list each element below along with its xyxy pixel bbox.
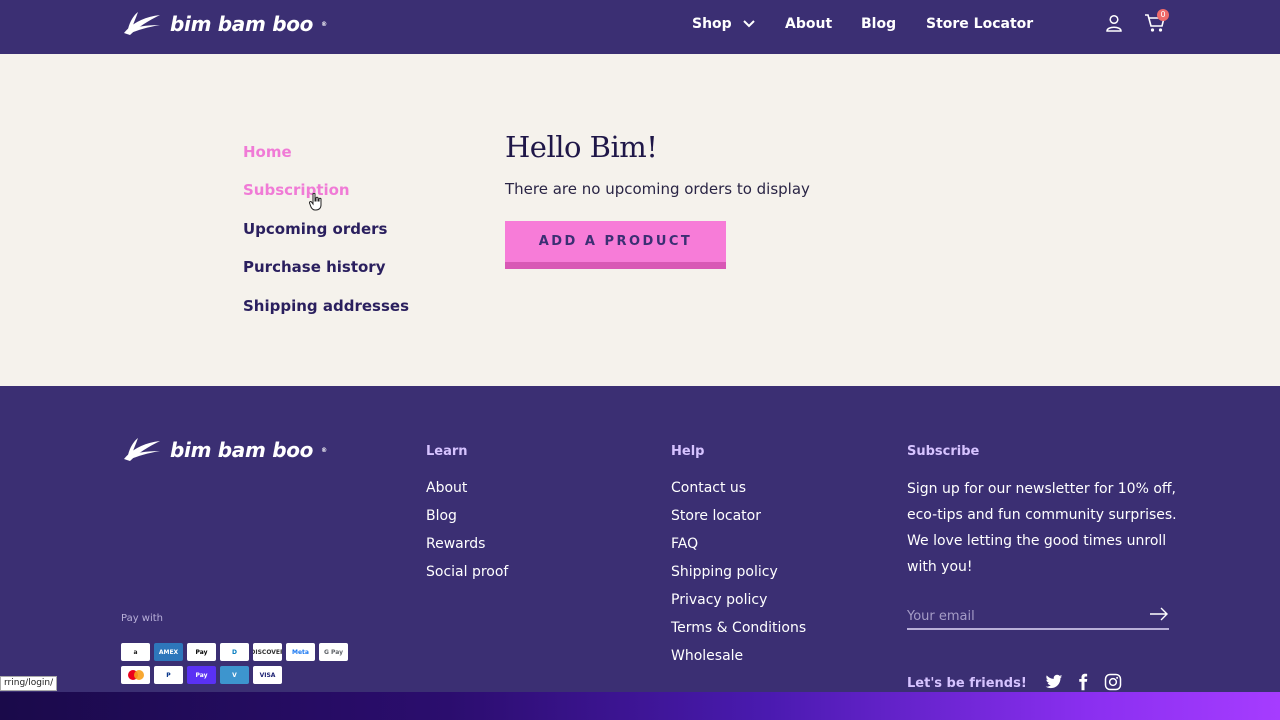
brand-logo[interactable]: bim bam boo ® xyxy=(122,11,327,37)
site-header: bim bam boo ® Shop About Blog Store Locat… xyxy=(0,0,1280,54)
site-footer: bim bam boo ® Learn About Blog Rewards So… xyxy=(0,386,1280,692)
pay-with-label: Pay with xyxy=(121,613,164,624)
add-product-button[interactable]: ADD A PRODUCT xyxy=(505,221,726,269)
cart-count-badge: 0 xyxy=(1157,9,1169,21)
account-icon[interactable] xyxy=(1105,14,1123,32)
nav-store-locator[interactable]: Store Locator xyxy=(926,16,1033,32)
footer-link-contact[interactable]: Contact us xyxy=(671,480,746,496)
desktop-background xyxy=(0,692,1280,720)
footer-link-shipping-policy[interactable]: Shipping policy xyxy=(671,564,778,580)
apple-pay-icon: Pay xyxy=(187,643,216,661)
chevron-down-icon xyxy=(742,20,755,28)
footer-link-social-proof[interactable]: Social proof xyxy=(426,564,508,580)
sidebar-item-upcoming-orders[interactable]: Upcoming orders xyxy=(243,220,387,238)
social-heading: Let's be friends! xyxy=(907,676,1027,691)
footer-link-terms[interactable]: Terms & Conditions xyxy=(671,620,806,636)
sidebar-item-home[interactable]: Home xyxy=(243,143,292,161)
mastercard-icon xyxy=(121,666,150,684)
footer-link-wholesale[interactable]: Wholesale xyxy=(671,648,743,664)
leaf-logo-icon xyxy=(124,438,160,461)
shop-pay-icon: Pay xyxy=(187,666,216,684)
help-heading: Help xyxy=(671,444,705,459)
empty-orders-message: There are no upcoming orders to display xyxy=(505,180,810,198)
venmo-icon: V xyxy=(220,666,249,684)
footer-link-blog[interactable]: Blog xyxy=(426,508,457,524)
footer-link-privacy-policy[interactable]: Privacy policy xyxy=(671,592,767,608)
subscribe-heading: Subscribe xyxy=(907,444,980,459)
nav-blog[interactable]: Blog xyxy=(861,16,896,32)
sidebar-item-purchase-history[interactable]: Purchase history xyxy=(243,258,386,276)
nav-shop[interactable]: Shop xyxy=(692,16,755,32)
facebook-icon[interactable] xyxy=(1074,673,1092,691)
amex-icon: AMEX xyxy=(154,643,183,661)
google-pay-icon: G Pay xyxy=(319,643,348,661)
amazon-pay-icon: a xyxy=(121,643,150,661)
brand-name: bim bam boo xyxy=(170,12,314,36)
nav-shop-label: Shop xyxy=(692,16,732,32)
footer-brand-logo[interactable]: bim bam boo ® xyxy=(122,437,327,463)
footer-link-store-locator[interactable]: Store locator xyxy=(671,508,761,524)
footer-link-about[interactable]: About xyxy=(426,480,467,496)
sidebar-item-shipping-addresses[interactable]: Shipping addresses xyxy=(243,297,409,315)
arrow-right-icon[interactable] xyxy=(1149,607,1169,621)
discover-icon: DISCOVER xyxy=(253,643,282,661)
newsletter-email-input[interactable] xyxy=(907,604,1169,630)
nav-about[interactable]: About xyxy=(785,16,832,32)
status-url-tooltip: rring/login/ xyxy=(0,676,58,691)
leaf-logo-icon xyxy=(124,12,160,35)
subscribe-description: Sign up for our newsletter for 10% off, … xyxy=(907,481,1177,575)
meta-pay-icon: Meta xyxy=(286,643,315,661)
payment-methods-row: aAMEXPayDDISCOVERMetaG Pay xyxy=(121,643,348,661)
paypal-icon: P xyxy=(154,666,183,684)
sidebar-item-subscription[interactable]: Subscription xyxy=(243,181,350,199)
footer-link-rewards[interactable]: Rewards xyxy=(426,536,485,552)
instagram-icon[interactable] xyxy=(1104,673,1122,691)
diners-club-icon: D xyxy=(220,643,249,661)
hand-cursor-icon xyxy=(309,193,322,211)
footer-link-faq[interactable]: FAQ xyxy=(671,536,698,552)
visa-icon: VISA xyxy=(253,666,282,684)
payment-methods-row: P Pay V VISA xyxy=(121,666,282,684)
learn-heading: Learn xyxy=(426,444,468,459)
footer-brand-name: bim bam boo xyxy=(170,438,314,462)
page-title: Hello Bim! xyxy=(505,130,658,164)
twitter-icon[interactable] xyxy=(1045,673,1063,691)
